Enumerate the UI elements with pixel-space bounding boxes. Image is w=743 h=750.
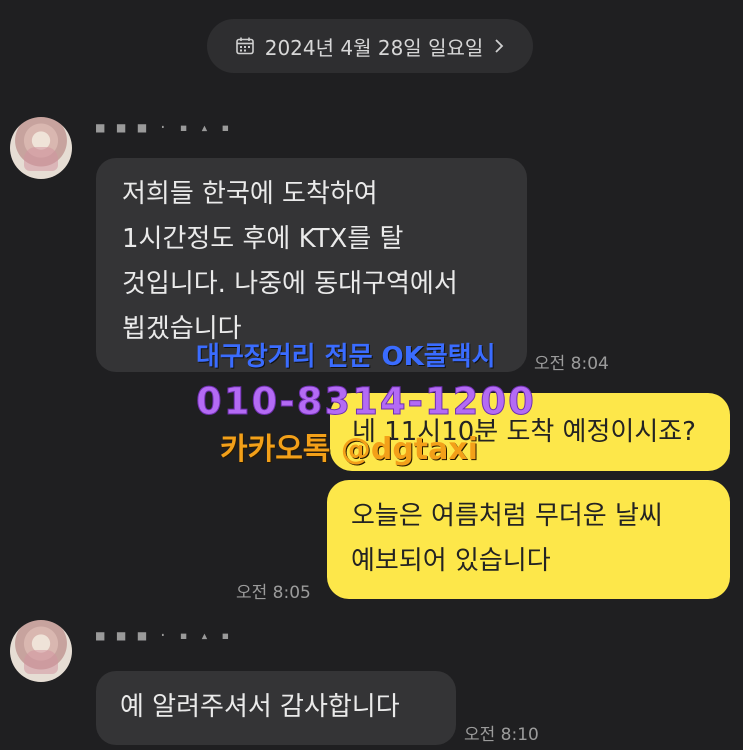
date-header[interactable]: 2024년 4월 28일 일요일 [207,19,533,73]
watermark-kakao: 카카오톡 @dgtaxi [220,432,479,467]
message-time: 오전 8:04 [534,354,609,374]
message-time: 오전 8:10 [464,725,539,745]
date-label: 2024년 4월 28일 일요일 [264,35,484,60]
watermark-phone: 010-8314-1200 [196,380,536,424]
avatar[interactable] [10,117,72,179]
outgoing-message-bubble[interactable]: 오늘은 여름처럼 무더운 날씨 예보되어 있습니다 [327,480,730,599]
avatar[interactable] [10,620,72,682]
watermark-company: 대구장거리 전문 OK콜택시 [196,342,496,372]
message-time: 오전 8:05 [236,583,311,603]
calendar-icon [235,36,255,56]
sender-name: ■ ■ ■ · ▪ ▴ ▪ [96,120,232,136]
incoming-message-bubble[interactable]: 예 알려주셔서 감사합니다 [96,671,456,745]
sender-name: ■ ■ ■ · ▪ ▴ ▪ [96,628,232,644]
chevron-right-icon [493,38,505,54]
